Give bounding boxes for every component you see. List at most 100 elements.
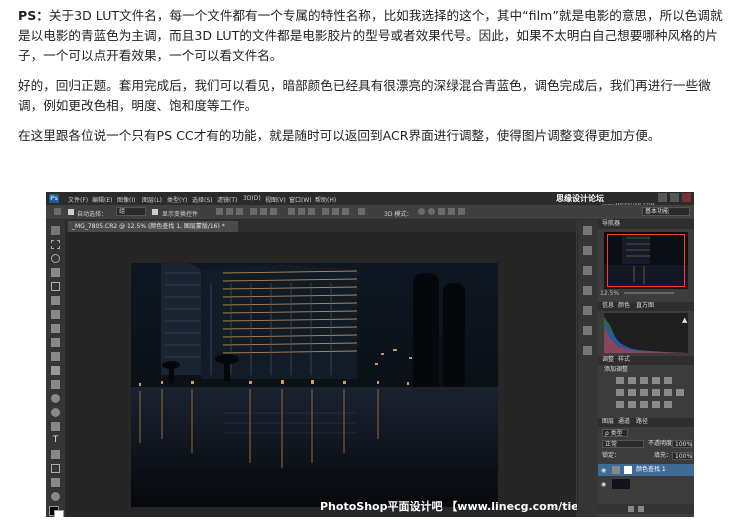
vibrance-icon[interactable] xyxy=(664,377,672,384)
fill-field[interactable]: 100% xyxy=(672,452,692,460)
align-bottom-icon[interactable] xyxy=(236,208,243,215)
hue-saturation-icon[interactable] xyxy=(616,389,624,396)
3d-slide-icon[interactable] xyxy=(448,208,455,215)
tab-color[interactable]: 颜色 xyxy=(618,302,630,310)
tab-layers[interactable]: 图层 xyxy=(602,418,614,426)
menu-3d[interactable]: 3D(D) xyxy=(243,195,261,202)
background-color-swatch[interactable] xyxy=(54,510,64,517)
lasso-icon[interactable] xyxy=(51,254,60,263)
new-layer-icon[interactable] xyxy=(628,506,634,512)
crop-icon[interactable] xyxy=(51,282,60,291)
distribute-bottom-icon[interactable] xyxy=(308,208,315,215)
menu-help[interactable]: 帮助(H) xyxy=(315,195,336,204)
distribute-top-icon[interactable] xyxy=(288,208,295,215)
tab-navigator[interactable]: 导航器 xyxy=(602,220,620,228)
menu-type[interactable]: 类型(Y) xyxy=(167,195,187,204)
color-lookup-icon[interactable] xyxy=(676,389,684,396)
brush-presets-icon[interactable] xyxy=(583,266,592,275)
delete-layer-icon[interactable] xyxy=(638,506,644,512)
layer-row-color-lookup[interactable]: ◉ 颜色查找 1 xyxy=(598,464,694,476)
layer-filter-dropdown[interactable]: ρ 类型 xyxy=(602,429,628,437)
document-tab[interactable]: _MG_7805.CR2 @ 12.5% (颜色查找 1, 图层蒙版/16) * xyxy=(68,221,238,232)
color-balance-icon[interactable] xyxy=(628,389,636,396)
3d-scale-icon[interactable] xyxy=(458,208,465,215)
character-panel-icon[interactable] xyxy=(583,286,592,295)
align-top-icon[interactable] xyxy=(216,208,223,215)
eyedropper-icon[interactable] xyxy=(51,296,60,305)
invert-icon[interactable] xyxy=(616,401,624,408)
black-white-icon[interactable] xyxy=(640,389,648,396)
tab-adjustments[interactable]: 调整 xyxy=(602,356,614,364)
zoom-icon[interactable] xyxy=(51,492,60,501)
align-right-icon[interactable] xyxy=(270,208,277,215)
layer-name[interactable]: 颜色查找 1 xyxy=(636,466,666,474)
menu-select[interactable]: 选择(S) xyxy=(192,195,213,204)
threshold-icon[interactable] xyxy=(640,401,648,408)
menu-file[interactable]: 文件(F) xyxy=(68,195,88,204)
menu-view[interactable]: 视图(V) xyxy=(265,195,286,204)
gradient-map-icon[interactable] xyxy=(664,401,672,408)
distribute-middle-icon[interactable] xyxy=(298,208,305,215)
opacity-field[interactable]: 100% xyxy=(672,440,692,448)
distribute-left-icon[interactable] xyxy=(322,208,329,215)
menu-filter[interactable]: 滤镜(T) xyxy=(217,195,237,204)
canvas-photo[interactable] xyxy=(131,263,498,507)
warning-icon[interactable]: ▲ xyxy=(682,316,687,324)
history-brush-icon[interactable] xyxy=(51,352,60,361)
pen-icon[interactable] xyxy=(51,422,60,431)
levels-icon[interactable] xyxy=(628,377,636,384)
move-tool-icon[interactable] xyxy=(54,208,61,215)
type-icon[interactable]: T xyxy=(51,436,60,445)
visibility-eye-icon[interactable]: ◉ xyxy=(601,467,606,474)
navigator-zoom-slider[interactable] xyxy=(624,292,674,294)
move-icon[interactable] xyxy=(51,226,60,235)
tab-styles[interactable]: 样式 xyxy=(618,356,630,364)
healing-brush-icon[interactable] xyxy=(51,310,60,319)
paint-bucket-icon[interactable] xyxy=(51,380,60,389)
layer-row-background[interactable]: ◉ xyxy=(598,478,694,490)
auto-align-icon[interactable] xyxy=(358,208,365,215)
menu-edit[interactable]: 编辑(E) xyxy=(92,195,112,204)
history-panel-icon[interactable] xyxy=(583,226,592,235)
eraser-icon[interactable] xyxy=(51,366,60,375)
align-middle-icon[interactable] xyxy=(226,208,233,215)
photo-filter-icon[interactable] xyxy=(652,389,660,396)
distribute-center-icon[interactable] xyxy=(332,208,339,215)
layer-mask-thumbnail[interactable] xyxy=(624,466,632,474)
brightness-icon[interactable] xyxy=(616,377,624,384)
paragraph-panel-icon[interactable] xyxy=(583,306,592,315)
visibility-eye-icon[interactable]: ◉ xyxy=(601,481,606,488)
menu-window[interactable]: 窗口(W) xyxy=(289,195,312,204)
close-icon[interactable] xyxy=(682,193,691,202)
exposure-icon[interactable] xyxy=(652,377,660,384)
menu-image[interactable]: 图像(I) xyxy=(117,195,135,204)
tab-channels[interactable]: 通道 xyxy=(618,418,630,426)
clone-stamp-icon[interactable] xyxy=(51,338,60,347)
3d-panel-icon[interactable] xyxy=(583,346,592,355)
canvas-area[interactable] xyxy=(66,232,576,517)
rectangle-icon[interactable] xyxy=(51,464,60,473)
marquee-icon[interactable] xyxy=(51,240,60,249)
curves-icon[interactable] xyxy=(640,377,648,384)
tab-paths[interactable]: 路径 xyxy=(636,418,648,426)
tab-info[interactable]: 信息 xyxy=(602,302,614,310)
channel-mixer-icon[interactable] xyxy=(664,389,672,396)
3d-roll-icon[interactable] xyxy=(428,208,435,215)
distribute-right-icon[interactable] xyxy=(342,208,349,215)
navigator-thumbnail[interactable] xyxy=(604,232,688,289)
3d-rotate-icon[interactable] xyxy=(418,208,425,215)
brush-icon[interactable] xyxy=(51,324,60,333)
minimize-icon[interactable] xyxy=(658,193,667,202)
blend-mode-dropdown[interactable]: 正常 xyxy=(602,440,644,448)
show-transform-checkbox[interactable] xyxy=(152,209,158,215)
hand-icon[interactable] xyxy=(51,478,60,487)
tool-presets-icon[interactable] xyxy=(583,326,592,335)
workspace-switcher[interactable]: 基本功能 xyxy=(642,207,690,216)
dodge-icon[interactable] xyxy=(51,408,60,417)
align-left-icon[interactable] xyxy=(250,208,257,215)
navigator-view-box[interactable] xyxy=(607,234,685,287)
auto-select-dropdown[interactable]: 组 xyxy=(116,207,146,216)
quick-select-icon[interactable] xyxy=(51,268,60,277)
posterize-icon[interactable] xyxy=(628,401,636,408)
play-action-icon[interactable] xyxy=(583,246,592,255)
